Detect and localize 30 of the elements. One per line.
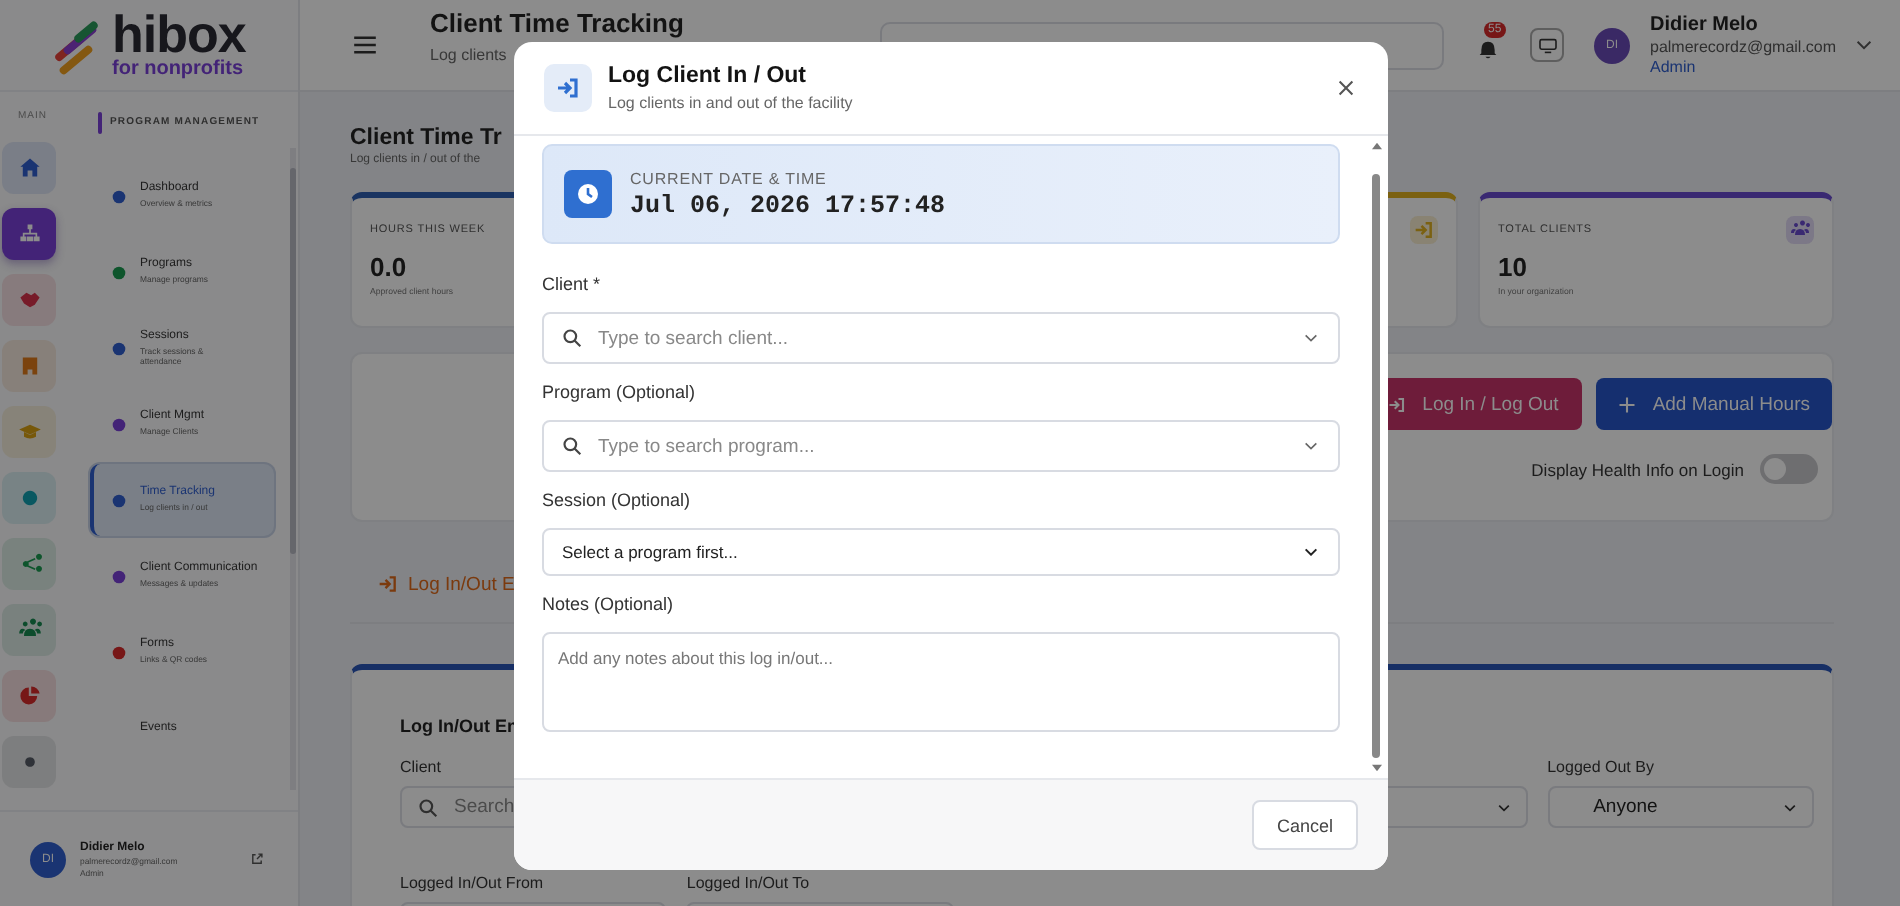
- dropdown-field[interactable]: Select a program first...: [542, 528, 1340, 576]
- search-field[interactable]: Type to search client...: [542, 312, 1340, 364]
- stat-value: 0.0: [370, 252, 407, 282]
- notes-field[interactable]: Add any notes about this log in/out...: [542, 632, 1340, 732]
- filter-label: Client: [400, 758, 441, 778]
- dialog-title: Log Client In / Out: [608, 64, 809, 88]
- user-role: Admin: [1650, 58, 1698, 76]
- toggle-label: Display Health Info on Login: [1531, 459, 1744, 479]
- filter-label: Logged In/Out To: [686, 874, 810, 894]
- filter-label: Logged Out By: [1547, 758, 1654, 778]
- action-button[interactable]: Add Manual Hours: [1596, 378, 1832, 430]
- field-label: Notes (Optional): [542, 594, 674, 616]
- page-header-title: Client Time Tracking: [430, 8, 686, 38]
- field-label: Client *: [542, 274, 601, 296]
- stat-value: 10: [1498, 252, 1527, 282]
- logo-name: hibox: [112, 12, 246, 60]
- field-label: Program (Optional): [542, 382, 696, 404]
- field-label: Session (Optional): [542, 490, 691, 512]
- date-time-label: CURRENT DATE & TIME: [630, 169, 829, 187]
- logo-tagline: for nonprofits: [112, 59, 246, 78]
- page-header-subtitle: Log clients: [430, 46, 509, 64]
- user-name: Didier Melo: [1650, 14, 1760, 36]
- filter-label: Logged In/Out From: [400, 874, 544, 894]
- date-time-value: Jul 06, 2026 17:57:48: [630, 191, 946, 219]
- dialog-subtitle: Log clients in and out of the facility: [608, 94, 855, 112]
- search-field[interactable]: Type to search program...: [542, 420, 1340, 472]
- user-email: palmerecordz@gmail.com: [1650, 38, 1837, 56]
- cancel-button[interactable]: Cancel: [1252, 800, 1358, 850]
- page-title: Client Time Tr: [350, 126, 502, 150]
- dropdown-field[interactable]: Anyone: [1547, 786, 1814, 828]
